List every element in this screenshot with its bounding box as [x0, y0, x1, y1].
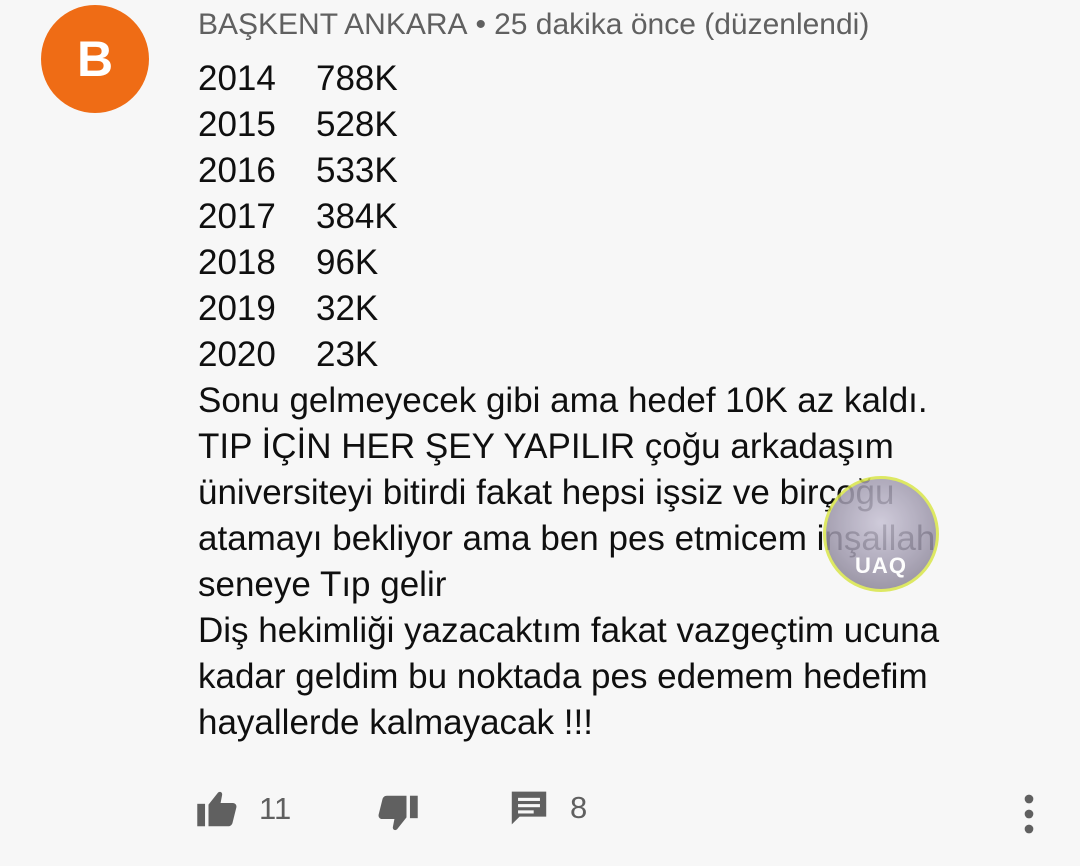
comment-line: seneye Tıp gelir — [198, 565, 447, 604]
stat-value: 533K — [316, 151, 398, 190]
stat-value: 384K — [316, 197, 398, 236]
comment-line: kadar geldim bu noktada pes edemem hedef… — [198, 657, 928, 696]
comment-line: Diş hekimliği yazacaktım fakat vazgeçtim… — [198, 611, 940, 650]
thumbs-up-icon — [197, 790, 239, 828]
avatar-letter: B — [76, 31, 114, 87]
watermark-logo: UAQ — [823, 476, 939, 592]
stat-row: 2015 528K — [198, 102, 1058, 148]
stat-year: 2020 — [198, 335, 276, 374]
stat-row: 2016 533K — [198, 148, 1058, 194]
stat-value: 528K — [316, 105, 398, 144]
stat-year: 2019 — [198, 289, 276, 328]
avatar[interactable]: B — [41, 5, 149, 113]
stat-row: 2019 32K — [198, 286, 1058, 332]
comment-card: B BAŞKENT ANKARA • 25 dakika önce (düzenle… — [0, 0, 1080, 866]
separator-dot: • — [475, 8, 487, 41]
like-count: 11 — [259, 791, 292, 826]
stat-year: 2017 — [198, 197, 276, 236]
stat-year: 2015 — [198, 105, 276, 144]
stat-row: 2014 788K — [198, 56, 1058, 102]
dislike-button[interactable] — [376, 794, 418, 832]
comment-text: 2014 788K 2015 528K 2016 533K 2017 384K 2018… — [198, 56, 1058, 746]
reply-button[interactable]: 8 — [510, 790, 587, 826]
comment-line: Sonu gelmeyecek gibi ama hedef 10K az ka… — [198, 381, 928, 420]
stat-value: 23K — [316, 335, 379, 374]
stat-value: 32K — [316, 289, 379, 328]
more-vertical-icon — [1022, 794, 1036, 834]
stat-value: 788K — [316, 59, 398, 98]
like-button[interactable]: 11 — [197, 790, 291, 828]
stat-year: 2018 — [198, 243, 276, 282]
comment-header: BAŞKENT ANKARA • 25 dakika önce (düzenlend… — [198, 8, 869, 42]
reply-count: 8 — [570, 790, 588, 825]
comment-timestamp[interactable]: 25 dakika önce (düzenlendi) — [494, 8, 869, 41]
comment-actions: 11 8 — [0, 780, 1080, 840]
comment-line: TIP İÇİN HER ŞEY YAPILIR çoğu arkadaşım — [198, 427, 894, 466]
stat-row: 2020 23K — [198, 332, 1058, 378]
comment-icon — [510, 790, 548, 826]
author-name[interactable]: BAŞKENT ANKARA — [198, 8, 468, 41]
stat-year: 2016 — [198, 151, 276, 190]
stat-row: 2017 384K — [198, 194, 1058, 240]
watermark-text: UAQ — [855, 553, 907, 578]
thumbs-down-icon — [376, 794, 418, 832]
stat-year: 2014 — [198, 59, 276, 98]
comment-line: hayallerde kalmayacak !!! — [198, 703, 593, 742]
stat-row: 2018 96K — [198, 240, 1058, 286]
more-options-button[interactable] — [1022, 794, 1036, 834]
stat-value: 96K — [316, 243, 379, 282]
